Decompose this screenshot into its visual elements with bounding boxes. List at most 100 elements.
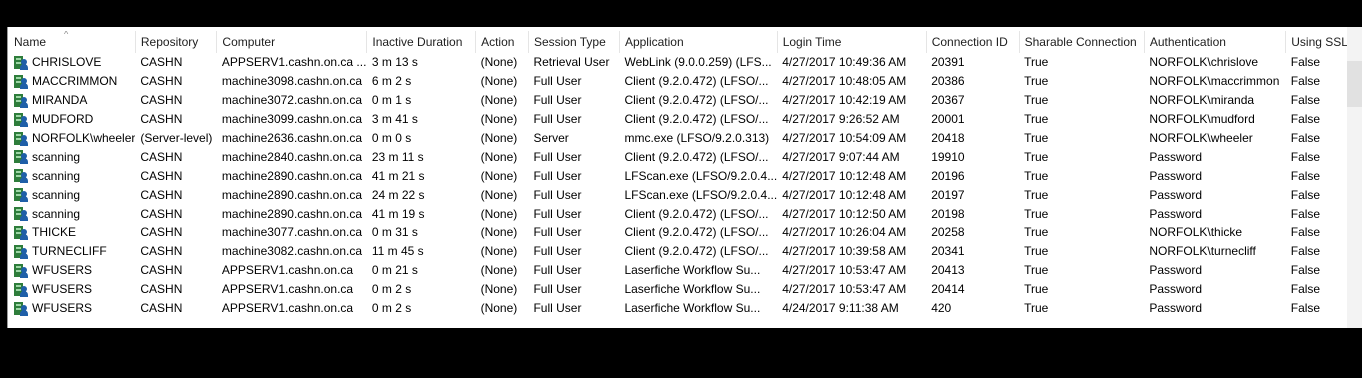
table-row[interactable]: MIRANDA CASHN machine3072.cashn.on.ca 0 m 1… bbox=[9, 91, 1348, 110]
column-header-repository[interactable]: Repository bbox=[135, 31, 218, 53]
user-session-icon bbox=[14, 263, 28, 278]
cell-authentication: Password bbox=[1149, 168, 1203, 183]
cell-session-type: Full User bbox=[533, 244, 582, 259]
cell-application: Client (9.2.0.472) (LFSO/... bbox=[624, 112, 769, 127]
cell-using-ssl: False bbox=[1290, 282, 1321, 297]
user-session-icon bbox=[14, 282, 28, 297]
user-session-icon bbox=[14, 149, 28, 165]
user-session-icon bbox=[14, 187, 28, 203]
cell-connection-id: 20414 bbox=[931, 282, 965, 297]
name-cell-wrap: scanning bbox=[14, 206, 135, 222]
cell-name: MACCRIMMON bbox=[9, 72, 135, 91]
cell-application: Laserfiche Workflow Su... bbox=[624, 301, 761, 316]
cell-login-time: 4/27/2017 10:53:47 AM bbox=[782, 263, 907, 278]
cell-inactive-duration: 3 m 41 s bbox=[371, 112, 418, 127]
column-header-login-time[interactable]: Login Time bbox=[777, 31, 927, 53]
cell-action: (None) bbox=[480, 225, 518, 240]
column-header-computer[interactable]: Computer bbox=[216, 31, 368, 53]
user-session-icon bbox=[14, 112, 28, 127]
table-row[interactable]: CHRISLOVE CASHN APPSERV1.cashn.on.ca ... 3 … bbox=[9, 53, 1348, 72]
cell-repository: CASHN bbox=[140, 74, 183, 89]
session-name-label: scanning bbox=[32, 168, 81, 183]
cell-repository: CASHN bbox=[140, 225, 183, 240]
cell-sharable-connection: True bbox=[1024, 55, 1049, 70]
cell-login-time: 4/27/2017 10:49:36 AM bbox=[782, 55, 907, 70]
column-header-inactive-duration[interactable]: Inactive Duration bbox=[366, 31, 477, 53]
cell-name: THICKE bbox=[9, 223, 135, 242]
name-cell-wrap: scanning bbox=[14, 187, 135, 203]
table-row[interactable]: scanning CASHN machine2890.cashn.on.ca 24 m… bbox=[9, 185, 1348, 204]
cell-connection-id: 20198 bbox=[931, 206, 965, 221]
column-header-using-ssl[interactable]: Using SSL bbox=[1286, 31, 1348, 53]
table-row[interactable]: TURNECLIFF CASHN machine3082.cashn.on.ca 11… bbox=[9, 242, 1348, 261]
top-black-band bbox=[0, 0, 1362, 27]
table-row[interactable]: WFUSERS CASHN APPSERV1.cashn.on.ca 0 m 21 s… bbox=[9, 261, 1348, 280]
cell-authentication: NORFOLK\thicke bbox=[1149, 225, 1243, 240]
cell-action: (None) bbox=[480, 168, 518, 183]
column-header-authentication[interactable]: Authentication bbox=[1144, 31, 1287, 53]
cell-using-ssl: False bbox=[1290, 55, 1321, 70]
column-header-connection-id[interactable]: Connection ID bbox=[926, 31, 1020, 53]
cell-computer: machine3098.cashn.on.ca bbox=[221, 74, 363, 89]
cell-login-time: 4/27/2017 10:42:19 AM bbox=[782, 93, 907, 108]
session-name-label: TURNECLIFF bbox=[32, 244, 107, 259]
cell-login-time: 4/27/2017 9:26:52 AM bbox=[782, 112, 900, 127]
cell-inactive-duration: 0 m 31 s bbox=[371, 225, 418, 240]
cell-session-type: Full User bbox=[533, 187, 582, 202]
cell-inactive-duration: 24 m 22 s bbox=[371, 187, 425, 202]
cell-repository: CASHN bbox=[140, 112, 183, 127]
table-row[interactable]: THICKE CASHN machine3077.cashn.on.ca 0 m 31… bbox=[9, 223, 1348, 242]
cell-application: Client (9.2.0.472) (LFSO/... bbox=[624, 93, 769, 108]
name-cell-wrap: MACCRIMMON bbox=[14, 74, 135, 89]
cell-using-ssl: False bbox=[1290, 206, 1321, 221]
table-row[interactable]: WFUSERS CASHN APPSERV1.cashn.on.ca 0 m 2 s (… bbox=[9, 280, 1348, 299]
column-header-row: ^ Name Repository Computer Inactive Durat… bbox=[9, 31, 1348, 53]
cell-authentication: NORFOLK\miranda bbox=[1149, 93, 1255, 108]
cell-connection-id: 20196 bbox=[931, 168, 965, 183]
scroll-thumb[interactable] bbox=[1347, 61, 1362, 107]
sessions-list-view[interactable]: ^ Name Repository Computer Inactive Durat… bbox=[7, 27, 1348, 328]
cell-authentication: NORFOLK\wheeler bbox=[1149, 131, 1253, 145]
cell-computer: machine3082.cashn.on.ca bbox=[221, 244, 363, 259]
session-name-label: scanning bbox=[32, 187, 81, 202]
cell-inactive-duration: 0 m 2 s bbox=[371, 301, 412, 316]
user-session-icon bbox=[14, 55, 28, 70]
right-scroll-strip[interactable] bbox=[1347, 27, 1362, 328]
cell-sharable-connection: True bbox=[1024, 168, 1049, 183]
table-row[interactable]: MUDFORD CASHN machine3099.cashn.on.ca 3 m 4… bbox=[9, 110, 1348, 129]
cell-connection-id: 19910 bbox=[931, 149, 965, 164]
cell-session-type: Full User bbox=[533, 168, 582, 183]
table-row[interactable]: WFUSERS CASHN APPSERV1.cashn.on.ca 0 m 2 s (… bbox=[9, 299, 1348, 318]
cell-application: Laserfiche Workflow Su... bbox=[624, 282, 761, 297]
cell-application: Client (9.2.0.472) (LFSO/... bbox=[624, 74, 769, 89]
cell-authentication: Password bbox=[1149, 149, 1203, 164]
cell-sharable-connection: True bbox=[1024, 206, 1049, 221]
cell-name: WFUSERS bbox=[9, 280, 135, 299]
column-header-sharable-connection[interactable]: Sharable Connection bbox=[1019, 31, 1145, 53]
cell-connection-id: 20258 bbox=[931, 225, 965, 240]
table-row[interactable]: NORFOLK\wheeler (Server-level) machine2636… bbox=[9, 129, 1348, 148]
cell-repository: CASHN bbox=[140, 206, 183, 221]
cell-name: scanning bbox=[9, 204, 135, 223]
session-name-label: MIRANDA bbox=[32, 93, 88, 108]
cell-connection-id: 20386 bbox=[931, 74, 965, 89]
cell-computer: machine2890.cashn.on.ca bbox=[221, 168, 363, 183]
cell-session-type: Full User bbox=[533, 225, 582, 240]
cell-action: (None) bbox=[480, 131, 518, 145]
table-row[interactable]: MACCRIMMON CASHN machine3098.cashn.on.ca 6 … bbox=[9, 72, 1348, 91]
cell-session-type: Full User bbox=[533, 93, 582, 108]
user-session-icon bbox=[14, 131, 28, 146]
cell-login-time: 4/27/2017 10:12:48 AM bbox=[782, 168, 907, 183]
cell-computer: APPSERV1.cashn.on.ca bbox=[221, 263, 354, 278]
cell-action: (None) bbox=[480, 206, 518, 221]
cell-using-ssl: False bbox=[1290, 244, 1321, 259]
column-header-application[interactable]: Application bbox=[619, 31, 778, 53]
table-row[interactable]: scanning CASHN machine2890.cashn.on.ca 41 m… bbox=[9, 204, 1348, 223]
column-header-action[interactable]: Action bbox=[475, 31, 529, 53]
table-row[interactable]: scanning CASHN machine2890.cashn.on.ca 41 m… bbox=[9, 166, 1348, 185]
table-row[interactable]: scanning CASHN machine2840.cashn.on.ca 23 m… bbox=[9, 147, 1348, 166]
column-header-name[interactable]: ^ Name bbox=[9, 31, 136, 53]
column-header-session-type[interactable]: Session Type bbox=[528, 31, 620, 53]
cell-computer: machine2840.cashn.on.ca bbox=[221, 149, 363, 164]
cell-session-type: Full User bbox=[533, 74, 582, 89]
